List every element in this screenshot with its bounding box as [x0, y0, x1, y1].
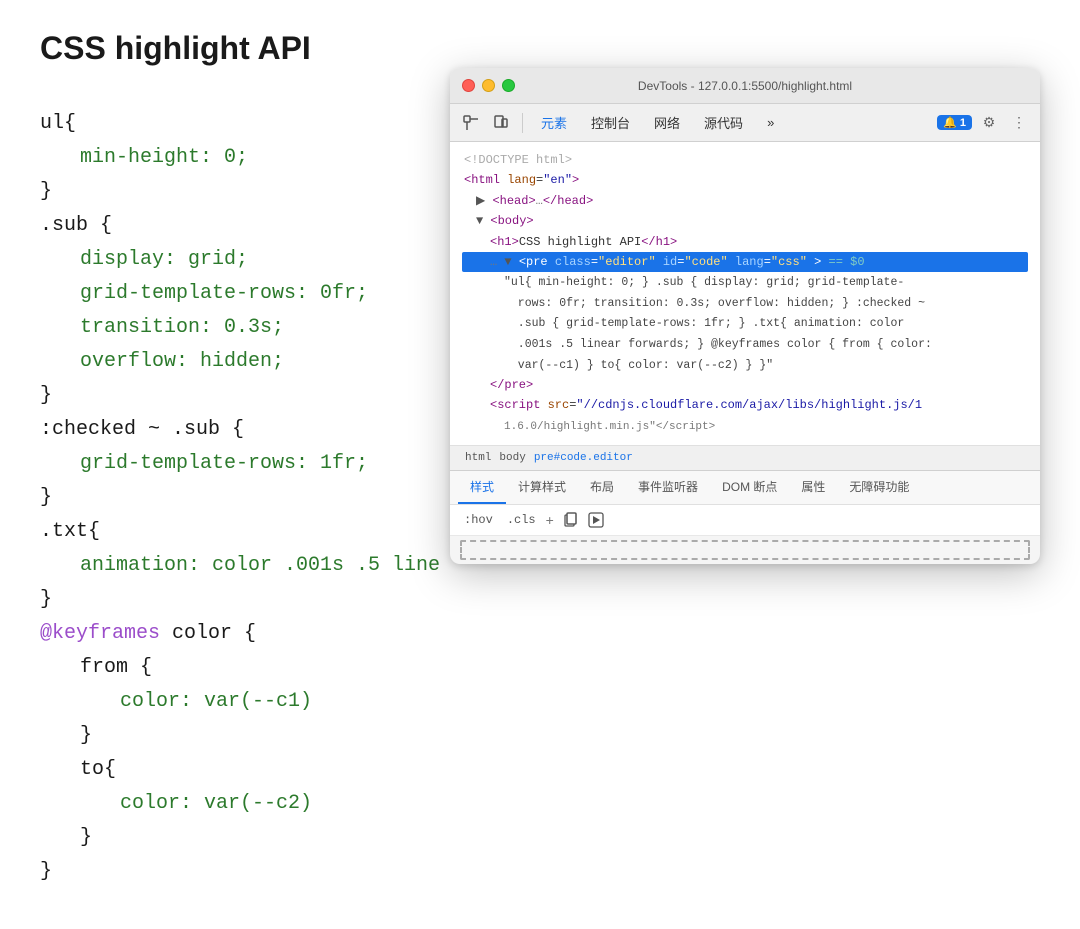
- more-options-button[interactable]: ⋮: [1006, 110, 1032, 136]
- devtools-main-toolbar: 元素 控制台 网络 源代码 » 🔔 1 ⚙ ⋮: [450, 104, 1040, 142]
- inspect-element-button[interactable]: [458, 110, 484, 136]
- doctype-text: <!DOCTYPE html>: [464, 153, 572, 167]
- notification-count: 1: [960, 117, 966, 129]
- console-tab[interactable]: 控制台: [581, 109, 640, 136]
- css-line-21: color: var(--c2): [40, 787, 1040, 821]
- dom-pre-selected[interactable]: … ▼ <pre class="editor" id="code" lang="…: [462, 252, 1028, 272]
- breadcrumb-bar: html body pre#code.editor: [450, 446, 1040, 471]
- css-line-20: to{: [40, 753, 1040, 787]
- tab-dom-breakpoints[interactable]: DOM 断点: [710, 471, 789, 504]
- dom-html[interactable]: <html lang="en">: [462, 170, 1028, 190]
- notification-badge[interactable]: 🔔 1: [937, 115, 972, 130]
- dom-body[interactable]: ▼ <body>: [462, 211, 1028, 231]
- minimize-button[interactable]: [482, 79, 495, 92]
- notification-icon: 🔔: [943, 116, 957, 129]
- dom-pre-close[interactable]: </pre>: [462, 375, 1028, 395]
- breadcrumb-pre[interactable]: pre#code.editor: [531, 451, 636, 465]
- tab-computed[interactable]: 计算样式: [506, 471, 578, 504]
- tab-accessibility[interactable]: 无障碍功能: [837, 471, 921, 504]
- dom-doctype: <!DOCTYPE html>: [462, 150, 1028, 170]
- play-icon[interactable]: [586, 510, 606, 530]
- page-title: CSS highlight API: [40, 30, 1040, 67]
- device-mode-button[interactable]: [488, 110, 514, 136]
- elements-tab[interactable]: 元素: [531, 109, 577, 136]
- css-line-16: @keyframes color {: [40, 617, 1040, 651]
- sources-tab[interactable]: 源代码: [694, 109, 753, 136]
- dom-pre-content-1: "ul{ min-height: 0; } .sub { display: gr…: [462, 272, 1028, 293]
- tab-styles[interactable]: 样式: [458, 471, 506, 504]
- maximize-button[interactable]: [502, 79, 515, 92]
- dom-head[interactable]: ▶ <head>…</head>: [462, 191, 1028, 211]
- html-tag: <html: [464, 173, 500, 187]
- css-line-17: from {: [40, 651, 1040, 685]
- dom-pre-content-5: var(--c1) } to{ color: var(--c2) } }": [462, 355, 1028, 376]
- dom-pre-content-2: rows: 0fr; transition: 0.3s; overflow: h…: [462, 293, 1028, 314]
- device-icon: [493, 115, 509, 131]
- body-triangle[interactable]: ▼: [476, 214, 483, 228]
- styles-panel-tabs: 样式 计算样式 布局 事件监听器 DOM 断点 属性 无障碍功能: [450, 471, 1040, 505]
- h1-text: CSS highlight API: [519, 235, 641, 249]
- copy-styles-icon[interactable]: [560, 510, 580, 530]
- head-triangle[interactable]: ▶: [476, 194, 485, 208]
- network-tab[interactable]: 网络: [644, 109, 690, 136]
- more-tabs-button[interactable]: »: [757, 111, 784, 134]
- tab-properties[interactable]: 属性: [789, 471, 837, 504]
- lang-attr: lang: [507, 173, 536, 187]
- devtools-title: DevTools - 127.0.0.1:5500/highlight.html: [638, 79, 852, 93]
- lang-value: "en": [543, 173, 572, 187]
- add-style-button[interactable]: +: [546, 512, 554, 528]
- dom-h1[interactable]: <h1>CSS highlight API</h1>: [462, 232, 1028, 252]
- cursor-icon: [463, 115, 479, 131]
- close-button[interactable]: [462, 79, 475, 92]
- dom-tree-panel: <!DOCTYPE html> <html lang="en"> ▶ <head…: [450, 142, 1040, 446]
- traffic-lights: [462, 79, 515, 92]
- css-line-19: }: [40, 719, 1040, 753]
- dom-script-cont: 1.6.0/highlight.min.js"</script>: [462, 416, 1028, 437]
- tab-layout[interactable]: 布局: [578, 471, 626, 504]
- css-line-23: }: [40, 855, 1040, 889]
- cls-button[interactable]: .cls: [503, 511, 540, 529]
- hov-button[interactable]: :hov: [460, 511, 497, 529]
- dom-script[interactable]: <script src="//cdnjs.cloudflare.com/ajax…: [462, 395, 1028, 415]
- breadcrumb-body[interactable]: body: [496, 451, 528, 465]
- devtools-titlebar: DevTools - 127.0.0.1:5500/highlight.html: [450, 68, 1040, 104]
- css-line-22: }: [40, 821, 1040, 855]
- h1-tag: <h1>: [490, 235, 519, 249]
- devtools-window: DevTools - 127.0.0.1:5500/highlight.html…: [450, 68, 1040, 564]
- dom-pre-content-3: .sub { grid-template-rows: 1fr; } .txt{ …: [462, 313, 1028, 334]
- tab-event-listeners[interactable]: 事件监听器: [626, 471, 710, 504]
- head-tag: <head>: [492, 194, 535, 208]
- settings-button[interactable]: ⚙: [976, 110, 1002, 136]
- toolbar-divider-1: [522, 113, 523, 133]
- styles-toolbar: :hov .cls +: [450, 505, 1040, 536]
- body-tag: <body>: [490, 214, 533, 228]
- breadcrumb-html[interactable]: html: [462, 451, 494, 465]
- style-preview-box: [460, 540, 1030, 560]
- dom-pre-content-4: .001s .5 linear forwards; } @keyframes c…: [462, 334, 1028, 355]
- css-line-15: }: [40, 583, 1040, 617]
- css-line-18: color: var(--c1): [40, 685, 1040, 719]
